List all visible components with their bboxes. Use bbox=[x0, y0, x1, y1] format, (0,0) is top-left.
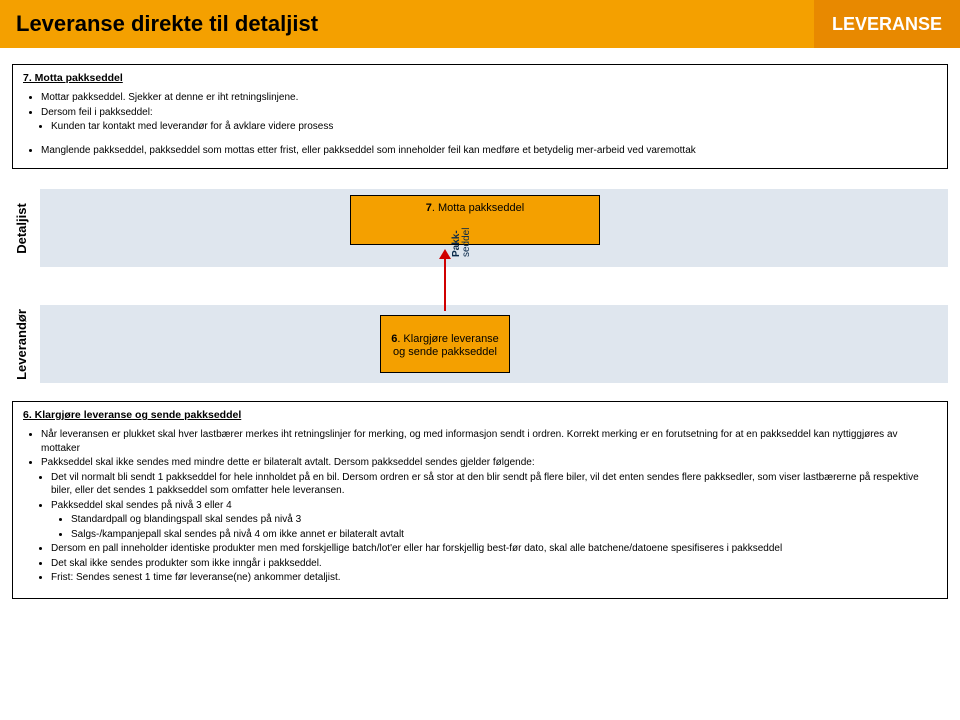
node-text: . Motta pakkseddel bbox=[432, 202, 524, 214]
list-item: Salgs-/kampanjepall skal sendes på nivå … bbox=[71, 528, 937, 542]
bullet-list-inner2: Standardpall og blandingspall skal sende… bbox=[23, 513, 937, 541]
list-item: Standardpall og blandingspall skal sende… bbox=[71, 513, 937, 527]
info-box-step6: 6. Klargjøre leveranse og sende pakksedd… bbox=[12, 401, 948, 599]
node-text: . Klargjøre leveranse og sende pakksedde… bbox=[393, 333, 499, 358]
title-bar: Leveranse direkte til detaljist LEVERANS… bbox=[0, 0, 960, 48]
swimlane-diagram: Detaljist Leverandør 7. Motta pakkseddel… bbox=[0, 177, 960, 397]
list-item: Manglende pakkseddel, pakkseddel som mot… bbox=[41, 144, 937, 158]
section-tag: LEVERANSE bbox=[814, 0, 960, 48]
bullet-list-inner: Det vil normalt bli sendt 1 pakkseddel f… bbox=[23, 471, 937, 513]
arrow-label: Pakk- seddel bbox=[452, 228, 471, 257]
list-item: Frist: Sendes senest 1 time før leverans… bbox=[51, 571, 937, 585]
list-item: Dersom en pall inneholder identiske prod… bbox=[51, 542, 937, 556]
page-title: Leveranse direkte til detaljist bbox=[16, 11, 318, 37]
slide: Leveranse direkte til detaljist LEVERANS… bbox=[0, 0, 960, 720]
list-item: Dersom feil i pakkseddel: bbox=[41, 106, 937, 120]
info-box-heading: 6. Klargjøre leveranse og sende pakksedd… bbox=[23, 408, 937, 422]
lane-label-leverandor: Leverandør bbox=[8, 305, 34, 383]
node-step6: 6. Klargjøre leveranse og sende pakksedd… bbox=[380, 315, 510, 373]
list-item: Når leveransen er plukket skal hver last… bbox=[41, 428, 937, 455]
bullet-list-inner: Dersom en pall inneholder identiske prod… bbox=[23, 542, 937, 585]
list-item: Det vil normalt bli sendt 1 pakkseddel f… bbox=[51, 471, 937, 498]
bullet-list: Mottar pakkseddel. Sjekker at denne er i… bbox=[23, 91, 937, 119]
list-item: Det skal ikke sendes produkter som ikke … bbox=[51, 557, 937, 571]
bullet-list-inner: Kunden tar kontakt med leverandør for å … bbox=[23, 120, 937, 134]
list-item: Kunden tar kontakt med leverandør for å … bbox=[51, 120, 937, 134]
bullet-list: Manglende pakkseddel, pakkseddel som mot… bbox=[23, 144, 937, 158]
list-item: Mottar pakkseddel. Sjekker at denne er i… bbox=[41, 91, 937, 105]
list-item: Pakkseddel skal ikke sendes med mindre d… bbox=[41, 456, 937, 470]
arrow-up-icon bbox=[444, 251, 446, 311]
lane-label-detaljist: Detaljist bbox=[8, 189, 34, 267]
node-step7: 7. Motta pakkseddel bbox=[350, 195, 600, 245]
info-box-heading: 7. Motta pakkseddel bbox=[23, 71, 937, 85]
list-item: Pakkseddel skal sendes på nivå 3 eller 4 bbox=[51, 499, 937, 513]
info-box-step7: 7. Motta pakkseddel Mottar pakkseddel. S… bbox=[12, 64, 948, 169]
bullet-list: Når leveransen er plukket skal hver last… bbox=[23, 428, 937, 470]
